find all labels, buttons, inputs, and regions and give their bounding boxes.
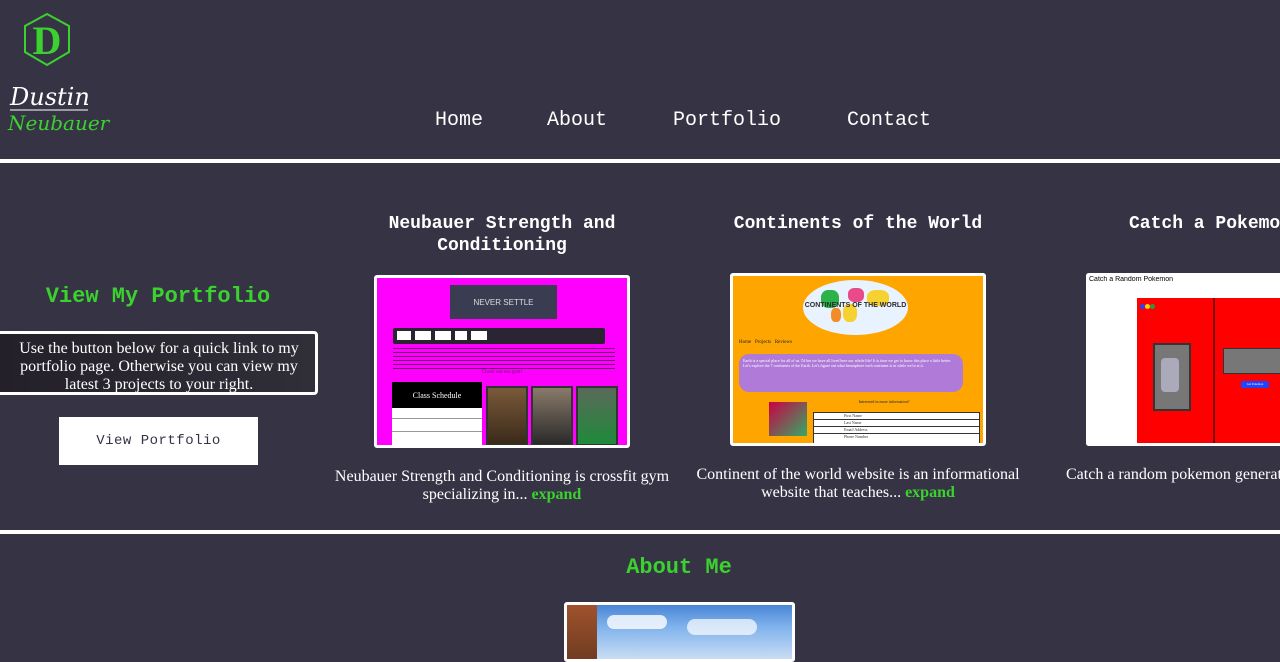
project-title: Continents of the World	[733, 214, 983, 234]
thumb-form-title: Interested in more information?	[858, 399, 910, 404]
project-description: Catch a random pokemon generator that pi…	[1066, 466, 1280, 483]
project-title: Neubauer Strength and Conditioning	[388, 214, 616, 256]
thumb-links: Home Projects Reviews	[739, 340, 793, 345]
thumb-photo-1	[486, 386, 528, 445]
thumb-red-panel: Get Pokemon	[1137, 298, 1280, 443]
main-nav: Home About Portfolio Contact	[0, 109, 1280, 135]
thumb-promo: Check out our gym!	[481, 370, 523, 375]
project-thumbnail-pokemon[interactable]: Catch a Random Pokemon Get Pokemon	[1086, 273, 1280, 446]
thumb-banner: NEVER SETTLE	[450, 285, 557, 319]
thumb-schedule: Class Schedule	[392, 382, 482, 445]
portfolio-section-title: View My Portfolio	[45, 284, 271, 309]
thumb-photo-3	[576, 386, 618, 445]
header-divider	[0, 159, 1280, 163]
view-portfolio-button[interactable]: View Portfolio	[59, 417, 258, 465]
thumb-text-block	[393, 348, 615, 370]
project-thumbnail-continents[interactable]: CONTINENTS OF THE WORLD Home Projects Re…	[730, 273, 986, 446]
nav-portfolio[interactable]: Portfolio	[673, 109, 781, 133]
nav-contact[interactable]: Contact	[847, 109, 931, 133]
get-pokemon-button: Get Pokemon	[1241, 381, 1269, 388]
project-title: Catch a Pokemon	[1129, 214, 1280, 234]
about-section-title: About Me	[626, 555, 732, 580]
nav-home[interactable]: Home	[435, 109, 483, 133]
nav-about[interactable]: About	[547, 109, 607, 133]
thumb-header: Catch a Random Pokemon	[1089, 276, 1174, 283]
project-thumbnail-nsc[interactable]: NEVER SETTLE Check out our gym! Class Sc…	[374, 275, 630, 448]
thumb-nav	[393, 328, 605, 344]
thumb-blurb: Earth is a special place for all of us. …	[739, 354, 963, 392]
project-description: Continent of the world website is an inf…	[696, 466, 1020, 501]
thumb-photo-2	[531, 386, 573, 445]
logo-initial: D	[33, 18, 62, 63]
portfolio-description: Use the button below for a quick link to…	[19, 340, 299, 393]
expand-link[interactable]: expand	[905, 484, 955, 501]
thumb-world-map: CONTINENTS OF THE WORLD	[803, 280, 908, 335]
project-description: Neubauer Strength and Conditioning is cr…	[334, 468, 670, 503]
logo-first-name: Dustin	[9, 83, 90, 111]
section-divider	[0, 530, 1280, 534]
thumb-form: First Name Last Name Email Address Phone…	[813, 412, 980, 443]
thumb-thumbnail	[769, 402, 807, 436]
about-photo	[564, 602, 795, 662]
expand-link[interactable]: expand	[532, 486, 582, 503]
portfolio-description-box: Use the button below for a quick link to…	[0, 331, 318, 395]
